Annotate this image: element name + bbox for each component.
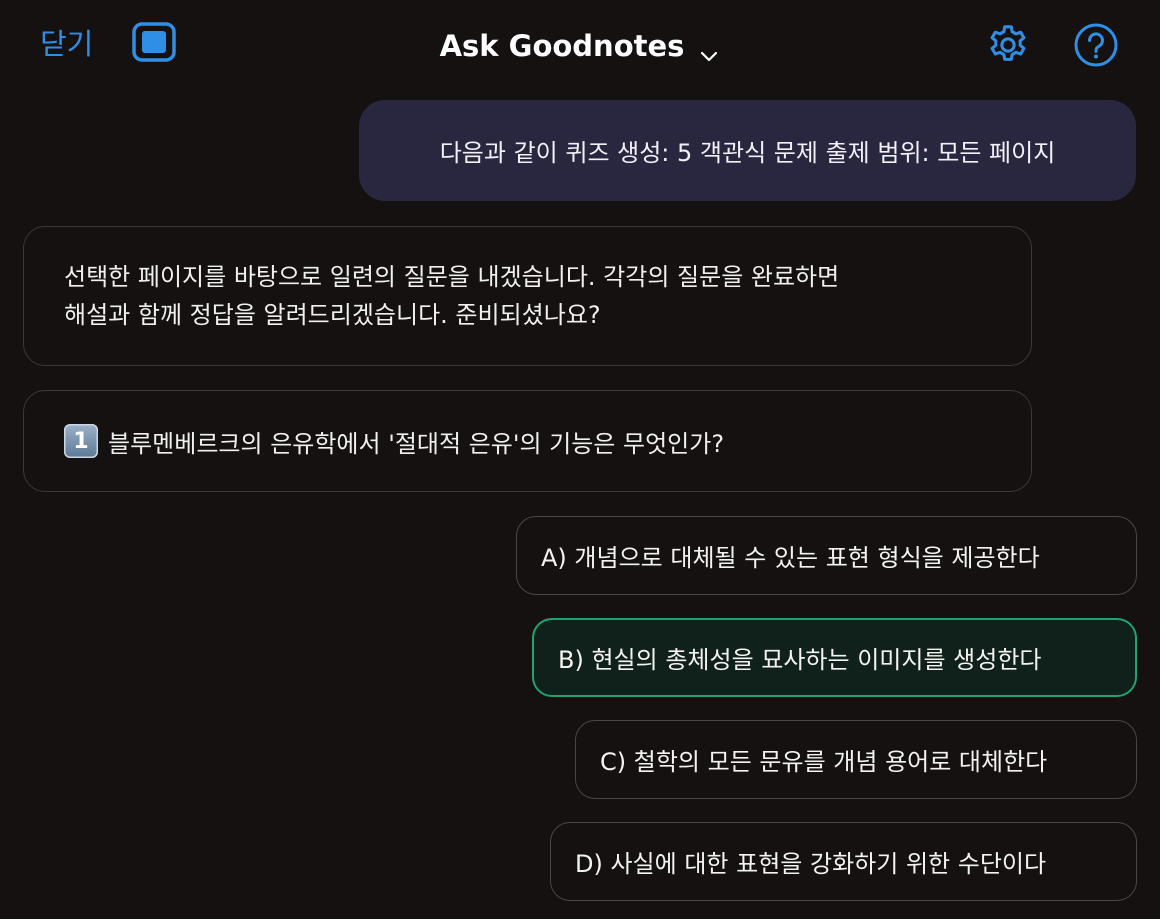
answer-option-label: B) 현실의 총체성을 묘사하는 이미지를 생성한다 — [558, 646, 1042, 674]
page-title: Ask Goodnotes — [439, 29, 685, 63]
gear-icon[interactable] — [985, 22, 1031, 68]
answer-option-a[interactable]: A) 개념으로 대체될 수 있는 표현 형식을 제공한다 — [516, 516, 1137, 595]
assistant-message-intro: 선택한 페이지를 바탕으로 일련의 질문을 내겠습니다. 각각의 질문을 완료하… — [23, 226, 1032, 366]
answer-option-label: C) 철학의 모든 문유를 개념 용어로 대체한다 — [600, 748, 1048, 776]
ask-goodnotes-panel: 닫기 Ask Goodnotes 다음과 같이 퀴즈 생성: 5 객관식 문제 … — [0, 0, 1160, 919]
assistant-message-text: 선택한 페이지를 바탕으로 일련의 질문을 내겠습니다. 각각의 질문을 완료하… — [64, 258, 839, 334]
user-message-text: 다음과 같이 퀴즈 생성: 5 객관식 문제 출제 범위: 모든 페이지 — [439, 139, 1056, 167]
answer-option-d[interactable]: D) 사실에 대한 표현을 강화하기 위한 수단이다 — [550, 822, 1137, 901]
answer-option-b[interactable]: B) 현실의 총체성을 묘사하는 이미지를 생성한다 — [532, 618, 1137, 697]
assistant-message-question: 1 블루멘베르크의 은유학에서 '절대적 은유'의 기능은 무엇인가? — [23, 390, 1032, 492]
chevron-down-icon — [698, 35, 720, 62]
user-message-bubble: 다음과 같이 퀴즈 생성: 5 객관식 문제 출제 범위: 모든 페이지 — [359, 100, 1136, 201]
keycap-number-icon: 1 — [64, 424, 98, 458]
question-circle-icon[interactable] — [1073, 22, 1119, 68]
assistant-intro-line-2: 해설과 함께 정답을 알려드리겠습니다. 준비되셨나요? — [64, 301, 601, 329]
answer-option-label: D) 사실에 대한 표현을 강화하기 위한 수단이다 — [575, 850, 1047, 878]
assistant-intro-line-1: 선택한 페이지를 바탕으로 일련의 질문을 내겠습니다. 각각의 질문을 완료하… — [64, 263, 840, 291]
answer-option-label: A) 개념으로 대체될 수 있는 표현 형식을 제공한다 — [541, 544, 1040, 572]
answer-option-c[interactable]: C) 철학의 모든 문유를 개념 용어로 대체한다 — [575, 720, 1137, 799]
question-text: 블루멘베르크의 은유학에서 '절대적 은유'의 기능은 무엇인가? — [108, 429, 725, 458]
title-dropdown[interactable]: Ask Goodnotes — [440, 24, 721, 68]
